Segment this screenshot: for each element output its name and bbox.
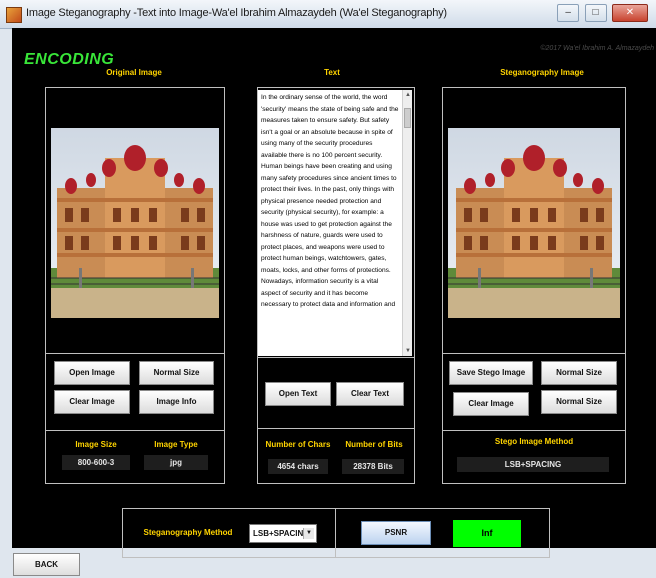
window-controls: – □ ✕ [556,4,648,24]
stego-image [448,128,620,318]
text-scrollbar[interactable]: ▲ ▼ [402,90,412,356]
original-image-heading: Original Image [106,68,162,77]
minimize-button[interactable]: – [557,4,580,22]
stego-normal-size-button-2[interactable]: Normal Size [541,390,617,414]
psnr-value: Inf [453,520,521,547]
close-button[interactable]: ✕ [612,4,648,22]
image-size-value: 800-600-3 [62,455,130,470]
maximize-button[interactable]: □ [584,4,607,22]
psnr-button[interactable]: PSNR [361,521,431,545]
number-of-bits-label: Number of Bits [345,440,403,449]
stego-image-method-value: LSB+SPACING [457,457,609,472]
text-heading: Text [324,68,340,77]
image-info-panel: Image Size Image Type 800-600-3 jpg [46,430,224,483]
number-of-chars-label: Number of Chars [265,440,331,449]
text-content: In the ordinary sense of the world, the … [261,94,399,308]
open-image-button[interactable]: Open Image [54,361,130,385]
method-select-value: LSB+SPACING [253,529,310,538]
mode-title: ENCODING [24,51,115,68]
text-input-area[interactable]: In the ordinary sense of the world, the … [258,90,412,356]
stego-normal-size-button[interactable]: Normal Size [541,361,617,385]
image-size-label: Image Size [75,440,117,449]
original-image-panel: Open Image Normal Size Clear Image Image… [45,87,225,484]
image-type-label: Image Type [154,440,198,449]
clear-image-button[interactable]: Clear Image [54,390,130,414]
chevron-down-icon[interactable]: ▼ [303,528,314,539]
stego-buttons-panel: Save Stego Image Normal Size Clear Image… [443,353,625,423]
original-buttons-panel: Open Image Normal Size Clear Image Image… [46,353,224,423]
image-type-value: jpg [144,455,208,470]
steganography-method-label: Steganography Method [143,528,233,537]
stego-palace-image [448,128,620,318]
text-info-panel: Number of Chars Number of Bits 4654 char… [258,428,414,483]
copyright-text: ©2017 Wa'el Ibrahim A. Almazaydeh [540,45,654,52]
number-of-bits-value: 28378 Bits [342,459,404,474]
scroll-down-icon[interactable]: ▼ [404,347,412,355]
image-info-button[interactable]: Image Info [139,390,214,414]
back-button[interactable]: BACK [13,553,80,576]
scroll-up-icon[interactable]: ▲ [404,91,412,99]
scroll-thumb[interactable] [404,108,411,128]
clear-text-button[interactable]: Clear Text [336,382,404,406]
original-image [51,128,219,318]
steganography-method-select[interactable]: LSB+SPACING ▼ [249,524,317,543]
open-text-button[interactable]: Open Text [265,382,331,406]
normal-size-button[interactable]: Normal Size [139,361,214,385]
save-stego-image-button[interactable]: Save Stego Image [449,361,533,385]
method-panel: Steganography Method LSB+SPACING ▼ PSNR … [122,508,550,558]
stego-clear-image-button[interactable]: Clear Image [453,392,529,416]
stego-method-panel: Stego Image Method LSB+SPACING [443,430,625,483]
app-icon [6,7,22,23]
number-of-chars-value: 4654 chars [268,459,328,474]
window-title: Image Steganography -Text into Image-Wa'… [26,7,447,19]
stego-image-method-label: Stego Image Method [494,437,574,446]
window-titlebar: Image Steganography -Text into Image-Wa'… [0,0,656,29]
main-area: ENCODING ©2017 Wa'el Ibrahim A. Almazayd… [12,28,656,558]
text-buttons-panel: Open Text Clear Text [258,357,414,421]
palace-image [51,128,219,318]
stego-image-panel: Save Stego Image Normal Size Clear Image… [442,87,626,484]
stego-image-heading: Steganography Image [500,68,584,77]
method-divider [335,509,336,557]
